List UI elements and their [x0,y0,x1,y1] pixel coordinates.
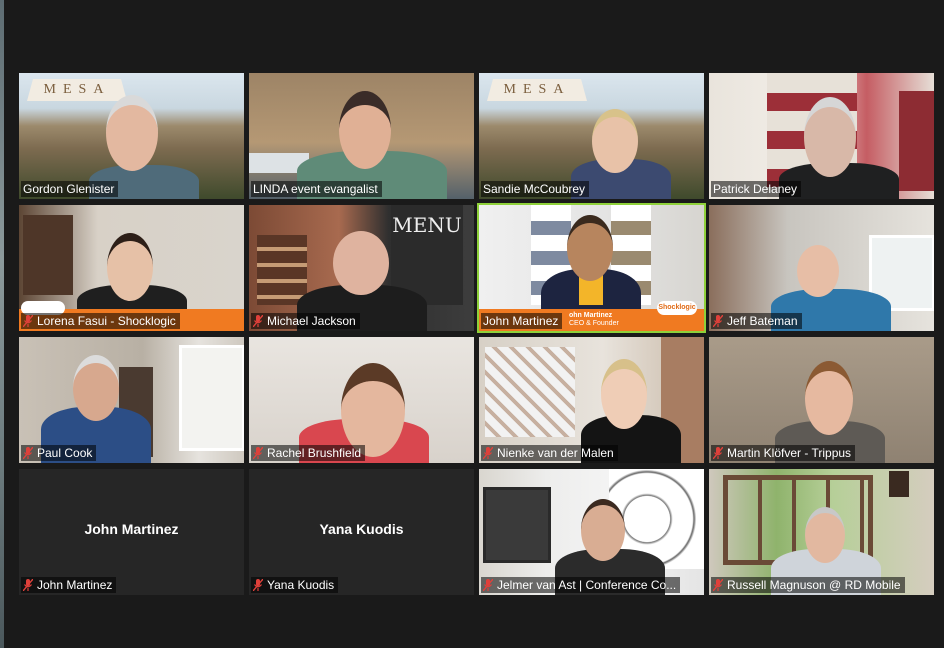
person-head [601,359,647,429]
banner-title: CEO & Founder [569,320,619,327]
participant-name-tag: Yana Kuodis [251,577,339,593]
participant-name: John Martinez [37,578,113,592]
participant-name: Michael Jackson [267,314,356,328]
participant-name-tag: John Martinez [21,577,117,593]
video-tile-gordon-glenister[interactable]: MESA Gordon Glenister [19,73,244,199]
participant-name: John Martinez [483,314,559,328]
participant-name-tag: Nienke van der Malen [481,445,618,461]
muted-mic-icon [253,579,263,591]
muted-mic-icon [23,579,33,591]
muted-mic-icon [483,579,493,591]
video-tile-linda[interactable]: LINDA event evangalist [249,73,474,199]
video-tile-patrick-delaney[interactable]: Patrick Delaney [709,73,934,199]
participant-name-tag: Michael Jackson [251,313,360,329]
video-tile-michael-jackson[interactable]: MENU Michael Jackson [249,205,474,331]
video-gallery-grid: MESA Gordon Glenister LINDA event evanga… [0,0,944,648]
participant-name: Sandie McCoubrey [483,182,586,196]
mesa-logo: MESA [27,79,127,101]
person-head [73,355,119,421]
participant-name: Russell Magnuson @ RD Mobile [727,578,901,592]
participant-name-tag: Gordon Glenister [21,181,119,197]
video-tile-john-martinez-video-off[interactable]: John Martinez John Martinez [19,469,244,595]
video-tile-paul-cook[interactable]: Paul Cook [19,337,244,463]
video-tile-jeff-bateman[interactable]: Jeff Bateman [709,205,934,331]
person-head [797,245,839,297]
video-tile-rachel-brushfield[interactable]: Rachel Brushfield [249,337,474,463]
participant-name-tag: Paul Cook [21,445,97,461]
video-tile-nienke-van-der-malen[interactable]: Nienke van der Malen [479,337,704,463]
person-head [567,215,613,281]
participant-name-tag: Patrick Delaney [711,181,802,197]
video-tile-jelmer-van-ast[interactable]: Jelmer van Ast | Conference Co... [479,469,704,595]
participant-name: Gordon Glenister [23,182,115,196]
muted-mic-icon [713,315,723,327]
participant-name: LINDA event evangalist [253,182,378,196]
muted-mic-icon [23,315,33,327]
photo-wall [485,347,575,437]
door [23,215,73,295]
participant-name-tag: Jelmer van Ast | Conference Co... [481,577,681,593]
person-head [804,97,856,177]
participant-name: Paul Cook [37,446,93,460]
mesa-logo: MESA [487,79,587,101]
muted-mic-icon [253,315,263,327]
person-head [339,91,391,169]
participant-display-name: Yana Kuodis [319,521,404,537]
participant-name-tag: Lorena Fasui - Shocklogic [21,313,180,329]
participant-name-tag: Sandie McCoubrey [481,181,590,197]
picture-frame [889,471,909,497]
person-head [333,231,389,295]
participant-name: Jelmer van Ast | Conference Co... [497,578,677,592]
window-blinds [483,487,551,563]
binders [899,91,934,191]
person-head [805,361,853,435]
participant-name: Nienke van der Malen [497,446,614,460]
participant-name-tag: John Martinez [481,313,563,329]
participant-name-tag: Russell Magnuson @ RD Mobile [711,577,905,593]
participant-name-tag: Jeff Bateman [711,313,802,329]
participant-name: Patrick Delaney [713,182,798,196]
person-head [107,233,153,301]
video-tile-martin-klofver[interactable]: Martin Klöfver - Trippus [709,337,934,463]
person-head [805,507,845,563]
participant-name-tag: Rachel Brushfield [251,445,366,461]
muted-mic-icon [713,447,723,459]
muted-mic-icon [253,447,263,459]
video-tile-lorena-fasui[interactable]: Lorena Fasui - Shocklogic [19,205,244,331]
participant-display-name: John Martinez [84,521,179,537]
person-head [592,109,638,173]
participant-name: Martin Klöfver - Trippus [727,446,852,460]
shelves [257,235,307,305]
participant-name-tag: LINDA event evangalist [251,181,382,197]
person-head [106,95,158,171]
participant-name: Jeff Bateman [727,314,798,328]
video-tile-yana-kuodis-video-off[interactable]: Yana Kuodis Yana Kuodis [249,469,474,595]
video-tile-russell-magnuson[interactable]: Russell Magnuson @ RD Mobile [709,469,934,595]
video-tile-sandie-mccoubrey[interactable]: MESA Sandie McCoubrey [479,73,704,199]
banner-name: ohn Martinez [569,312,613,319]
muted-mic-icon [483,447,493,459]
participant-name-tag: Martin Klöfver - Trippus [711,445,856,461]
window [179,345,244,451]
person-head [581,499,625,561]
banner-logo: Shocklogic [657,301,697,315]
participant-name: Rachel Brushfield [267,446,362,460]
video-tile-john-martinez-active-speaker[interactable]: ohn Martinez CEO & Founder Shocklogic Jo… [477,203,706,333]
muted-mic-icon [23,447,33,459]
muted-mic-icon [713,579,723,591]
participant-name: Lorena Fasui - Shocklogic [37,314,176,328]
participant-name: Yana Kuodis [267,578,335,592]
person-head [341,363,405,457]
